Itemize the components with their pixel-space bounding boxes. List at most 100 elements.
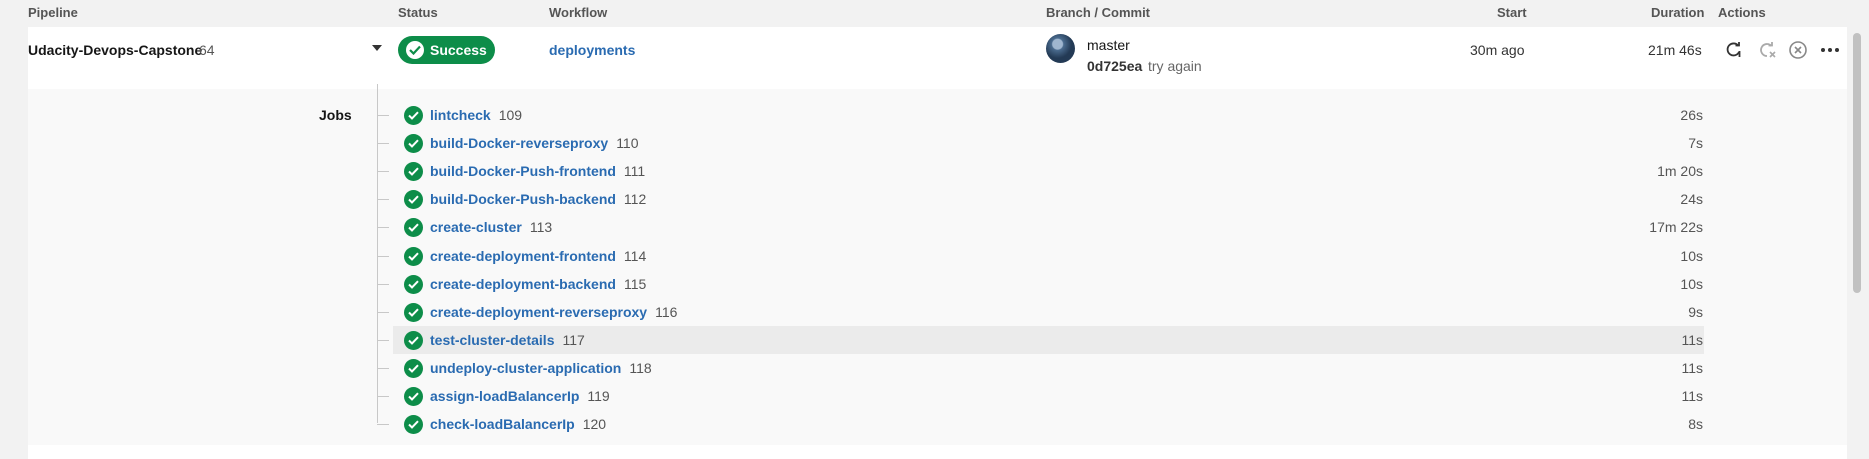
workflow-link[interactable]: deployments bbox=[549, 42, 635, 58]
commit-message: try again bbox=[1148, 58, 1202, 74]
check-icon bbox=[404, 359, 423, 378]
job-number: 119 bbox=[587, 388, 610, 404]
job-duration: 24s bbox=[1680, 191, 1703, 207]
commit-hash-link[interactable]: 0d725ea bbox=[1087, 58, 1142, 74]
job-name-link[interactable]: build-Docker-reverseproxy 110 bbox=[430, 135, 639, 151]
check-icon bbox=[404, 218, 423, 237]
job-number: 110 bbox=[616, 135, 639, 151]
job-row[interactable]: check-loadBalancerIp 120 8s bbox=[393, 410, 1704, 438]
job-number: 116 bbox=[655, 304, 678, 320]
cancel-icon[interactable] bbox=[1786, 38, 1810, 62]
tree-branch bbox=[377, 424, 389, 425]
check-icon bbox=[404, 190, 423, 209]
tree-branch bbox=[377, 284, 389, 285]
job-duration: 17m 22s bbox=[1649, 219, 1703, 235]
check-icon bbox=[406, 41, 424, 59]
job-name-link[interactable]: create-deployment-backend 115 bbox=[430, 276, 646, 292]
job-name: undeploy-cluster-application bbox=[430, 360, 622, 376]
header-pipeline: Pipeline bbox=[28, 5, 78, 20]
job-row[interactable]: build-Docker-Push-frontend 111 1m 20s bbox=[393, 157, 1704, 185]
pipeline-number: 64 bbox=[199, 42, 215, 58]
avatar bbox=[1046, 34, 1075, 63]
job-name-link[interactable]: build-Docker-Push-backend 112 bbox=[430, 191, 646, 207]
panel-gutter bbox=[0, 27, 28, 459]
job-duration: 26s bbox=[1680, 107, 1703, 123]
table-header: Pipeline Status Workflow Branch / Commit… bbox=[0, 0, 1869, 26]
scrollbar[interactable] bbox=[1853, 33, 1861, 293]
header-branch-commit: Branch / Commit bbox=[1046, 5, 1151, 20]
pipelines-page: Pipeline Status Workflow Branch / Commit… bbox=[0, 0, 1869, 459]
tree-branch bbox=[377, 368, 389, 369]
job-name: create-cluster bbox=[430, 219, 522, 235]
job-number: 118 bbox=[629, 360, 652, 376]
branch-name: master bbox=[1087, 37, 1130, 53]
job-row[interactable]: undeploy-cluster-application 118 11s bbox=[393, 354, 1704, 382]
job-name: assign-loadBalancerIp bbox=[430, 388, 580, 404]
rerun-icon[interactable] bbox=[1722, 38, 1746, 62]
job-number: 120 bbox=[582, 416, 607, 432]
pipeline-name[interactable]: Udacity-Devops-Capstone bbox=[28, 42, 202, 58]
job-name-link[interactable]: check-loadBalancerIp 120 bbox=[430, 416, 606, 432]
job-name-link[interactable]: create-cluster 113 bbox=[430, 219, 552, 235]
job-name: test-cluster-details bbox=[430, 332, 555, 348]
job-duration: 10s bbox=[1680, 276, 1703, 292]
header-workflow: Workflow bbox=[549, 5, 608, 20]
tree-branch bbox=[377, 256, 389, 257]
job-name-link[interactable]: assign-loadBalancerIp 119 bbox=[430, 388, 610, 404]
job-name-link[interactable]: undeploy-cluster-application 118 bbox=[430, 360, 652, 376]
header-start: Start bbox=[1497, 5, 1527, 20]
status-badge[interactable]: Success bbox=[398, 36, 495, 64]
job-number: 115 bbox=[623, 276, 647, 292]
header-status: Status bbox=[398, 5, 438, 20]
job-number: 111 bbox=[623, 163, 646, 179]
job-number: 109 bbox=[498, 107, 523, 123]
job-number: 112 bbox=[623, 191, 647, 207]
check-icon bbox=[404, 303, 423, 322]
rerun-failed-icon[interactable] bbox=[1755, 38, 1779, 62]
pipeline-start: 30m ago bbox=[1470, 42, 1525, 58]
chevron-down-icon[interactable] bbox=[372, 45, 382, 51]
job-number: 114 bbox=[623, 248, 647, 264]
job-row[interactable]: build-Docker-Push-backend 112 24s bbox=[393, 185, 1704, 213]
job-row[interactable]: create-deployment-reverseproxy 116 9s bbox=[393, 298, 1704, 326]
job-name: check-loadBalancerIp bbox=[430, 416, 575, 432]
job-row[interactable]: lintcheck 109 26s bbox=[393, 101, 1704, 129]
job-row[interactable]: create-deployment-frontend 114 10s bbox=[393, 242, 1704, 270]
check-icon bbox=[404, 106, 423, 125]
job-name-link[interactable]: build-Docker-Push-frontend 111 bbox=[430, 163, 645, 179]
job-name: build-Docker-reverseproxy bbox=[430, 135, 609, 151]
header-actions: Actions bbox=[1718, 5, 1766, 20]
job-duration: 7s bbox=[1688, 135, 1703, 151]
check-icon bbox=[404, 162, 423, 181]
job-row[interactable]: create-cluster 113 17m 22s bbox=[393, 213, 1704, 241]
job-name-link[interactable]: test-cluster-details 117 bbox=[430, 332, 585, 348]
job-duration: 10s bbox=[1680, 248, 1703, 264]
job-name: lintcheck bbox=[430, 107, 491, 123]
more-icon[interactable] bbox=[1818, 38, 1842, 62]
header-duration: Duration bbox=[1651, 5, 1705, 20]
jobs-label: Jobs bbox=[319, 107, 352, 123]
job-row[interactable]: build-Docker-reverseproxy 110 7s bbox=[393, 129, 1704, 157]
job-duration: 9s bbox=[1688, 304, 1703, 320]
job-name-link[interactable]: create-deployment-frontend 114 bbox=[430, 248, 646, 264]
tree-branch bbox=[377, 171, 389, 172]
check-icon bbox=[404, 247, 423, 266]
job-row[interactable]: test-cluster-details 117 11s bbox=[393, 326, 1704, 354]
job-row[interactable]: assign-loadBalancerIp 119 11s bbox=[393, 382, 1704, 410]
job-name: create-deployment-frontend bbox=[430, 248, 616, 264]
job-number: 113 bbox=[529, 219, 553, 235]
job-name-link[interactable]: lintcheck 109 bbox=[430, 107, 522, 123]
job-duration: 1m 20s bbox=[1657, 163, 1703, 179]
tree-branch bbox=[377, 340, 389, 341]
pipeline-duration: 21m 46s bbox=[1648, 42, 1702, 58]
tree-branch bbox=[377, 312, 389, 313]
tree-line bbox=[377, 84, 378, 423]
check-icon bbox=[404, 275, 423, 294]
check-icon bbox=[404, 387, 423, 406]
job-name-link[interactable]: create-deployment-reverseproxy 116 bbox=[430, 304, 677, 320]
job-number: 117 bbox=[562, 332, 585, 348]
job-row[interactable]: create-deployment-backend 115 10s bbox=[393, 270, 1704, 298]
check-icon bbox=[404, 331, 423, 350]
job-name: build-Docker-Push-backend bbox=[430, 191, 616, 207]
tree-branch bbox=[377, 115, 389, 116]
